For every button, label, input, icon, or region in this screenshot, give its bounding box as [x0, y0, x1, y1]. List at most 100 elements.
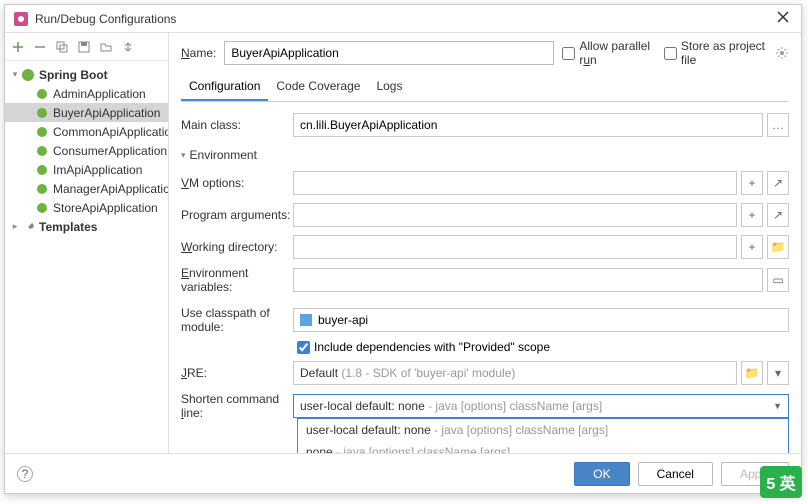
shorten-hint: - java [options] className [args]	[425, 399, 602, 413]
spring-icon	[35, 87, 49, 101]
chevron-down-icon: ▼	[773, 401, 782, 411]
environment-label: Environment	[190, 148, 257, 162]
vm-options-label: VM options:	[181, 176, 293, 190]
jre-row: JRE: Default (1.8 - SDK of 'buyer-api' m…	[181, 360, 789, 386]
dialog-body: ▾ Spring Boot AdminApplication BuyerApiA…	[5, 33, 801, 453]
main-panel: Name: Allow parallel run Store as projec…	[169, 33, 801, 453]
program-args-row: Program arguments: +↗	[181, 202, 789, 228]
tree-item-label: ConsumerApplication	[53, 144, 167, 158]
gear-icon[interactable]	[775, 46, 789, 60]
ok-button[interactable]: OK	[574, 462, 629, 486]
copy-icon[interactable]	[55, 40, 69, 54]
folder-icon[interactable]: 📁	[741, 361, 763, 385]
shorten-dropdown-list: user-local default: none - java [options…	[297, 418, 789, 453]
config-form: Main class: cn.lili.BuyerApiApplication …	[181, 112, 789, 453]
add-dir-icon[interactable]: +	[741, 235, 763, 259]
env-vars-input[interactable]	[293, 268, 763, 292]
shorten-label: Shorten command line:	[181, 392, 293, 420]
working-dir-row: Working directory: +📁	[181, 234, 789, 260]
environment-header[interactable]: ▾ Environment	[181, 148, 789, 162]
collapse-icon[interactable]	[121, 40, 135, 54]
include-provided-checkbox[interactable]	[297, 341, 310, 354]
sidebar-toolbar	[5, 33, 168, 61]
include-provided-label: Include dependencies with "Provided" sco…	[314, 340, 550, 354]
jre-label: JRE:	[181, 366, 293, 380]
tab-configuration[interactable]: Configuration	[181, 75, 268, 101]
run-debug-dialog: Run/Debug Configurations ▾ Spring Boot	[4, 4, 802, 494]
spring-icon	[35, 125, 49, 139]
save-icon[interactable]	[77, 40, 91, 54]
config-tree: ▾ Spring Boot AdminApplication BuyerApiA…	[5, 61, 168, 453]
chevron-right-icon: ▸	[9, 221, 21, 232]
help-icon[interactable]: ?	[17, 466, 33, 482]
tree-item[interactable]: AdminApplication	[5, 84, 168, 103]
tab-code-coverage[interactable]: Code Coverage	[268, 75, 368, 101]
dropdown-item[interactable]: none - java [options] className [args]	[298, 441, 788, 453]
vm-options-row: VM options: +↗	[181, 170, 789, 196]
browse-button[interactable]: …	[767, 113, 789, 137]
remove-icon[interactable]	[33, 40, 47, 54]
tree-item-label: AdminApplication	[53, 87, 146, 101]
tree-item-label: ImApiApplication	[53, 163, 142, 177]
module-select[interactable]: buyer-api	[293, 308, 789, 332]
jre-value: Default	[300, 366, 338, 380]
chevron-down-icon: ▾	[181, 150, 186, 161]
top-options: Allow parallel run Store as project file	[562, 39, 789, 67]
name-label: Name:	[181, 46, 216, 60]
folder-icon[interactable]: 📁	[767, 235, 789, 259]
add-icon[interactable]	[11, 40, 25, 54]
main-class-value: cn.lili.BuyerApiApplication	[300, 118, 437, 132]
allow-parallel-checkbox[interactable]: Allow parallel run	[562, 39, 654, 67]
tree-group-templates[interactable]: ▸ Templates	[5, 217, 168, 236]
working-dir-label: Working directory:	[181, 240, 293, 254]
store-project-checkbox[interactable]: Store as project file	[664, 39, 765, 67]
tree-item-selected[interactable]: BuyerApiApplication	[5, 103, 168, 122]
tree-item[interactable]: ImApiApplication	[5, 160, 168, 179]
tree-item-label: ManagerApiApplication	[53, 182, 168, 196]
shorten-select[interactable]: user-local default: none - java [options…	[293, 394, 789, 418]
cancel-button[interactable]: Cancel	[638, 462, 713, 486]
env-vars-label: Environment variables:	[181, 266, 293, 294]
spring-icon	[21, 68, 35, 82]
tree-item-label: BuyerApiApplication	[53, 106, 160, 120]
shorten-row: Shorten command line: user-local default…	[181, 392, 789, 420]
tab-logs[interactable]: Logs	[368, 75, 410, 101]
spring-icon	[35, 106, 49, 120]
ime-chip: 5 英	[760, 466, 802, 498]
program-args-input[interactable]	[293, 203, 737, 227]
add-vm-icon[interactable]: +	[741, 171, 763, 195]
dropdown-item[interactable]: user-local default: none - java [options…	[298, 419, 788, 441]
tree-item[interactable]: CommonApiApplication	[5, 122, 168, 141]
dialog-title: Run/Debug Configurations	[35, 12, 777, 26]
module-icon	[300, 314, 312, 326]
tree-group-spring-boot[interactable]: ▾ Spring Boot	[5, 65, 168, 84]
tree-item[interactable]: StoreApiApplication	[5, 198, 168, 217]
shorten-value: user-local default: none	[300, 399, 425, 413]
titlebar: Run/Debug Configurations	[5, 5, 801, 33]
store-project-label: Store as project file	[681, 39, 765, 67]
jre-select[interactable]: Default (1.8 - SDK of 'buyer-api' module…	[293, 361, 737, 385]
name-row: Name: Allow parallel run Store as projec…	[181, 39, 789, 67]
main-class-input[interactable]: cn.lili.BuyerApiApplication	[293, 113, 763, 137]
main-class-row: Main class: cn.lili.BuyerApiApplication …	[181, 112, 789, 138]
name-input[interactable]	[224, 41, 554, 65]
expand-icon[interactable]: ↗	[767, 203, 789, 227]
tree-group-label: Templates	[39, 220, 97, 234]
tree-item[interactable]: ManagerApiApplication	[5, 179, 168, 198]
env-browse-icon[interactable]: ▭	[767, 268, 789, 292]
main-class-label: Main class:	[181, 118, 293, 132]
tree-item[interactable]: ConsumerApplication	[5, 141, 168, 160]
wrench-icon	[21, 220, 35, 234]
app-icon	[13, 11, 29, 27]
working-dir-input[interactable]	[293, 235, 737, 259]
include-provided-row: Include dependencies with "Provided" sco…	[297, 340, 789, 354]
dropdown-caret-icon[interactable]: ▾	[767, 361, 789, 385]
program-args-label: Program arguments:	[181, 208, 293, 222]
close-icon[interactable]	[777, 11, 793, 27]
expand-icon[interactable]: ↗	[767, 171, 789, 195]
folder-icon[interactable]	[99, 40, 113, 54]
add-arg-icon[interactable]: +	[741, 203, 763, 227]
classpath-label: Use classpath of module:	[181, 306, 293, 334]
spring-icon	[35, 182, 49, 196]
vm-options-input[interactable]	[293, 171, 737, 195]
